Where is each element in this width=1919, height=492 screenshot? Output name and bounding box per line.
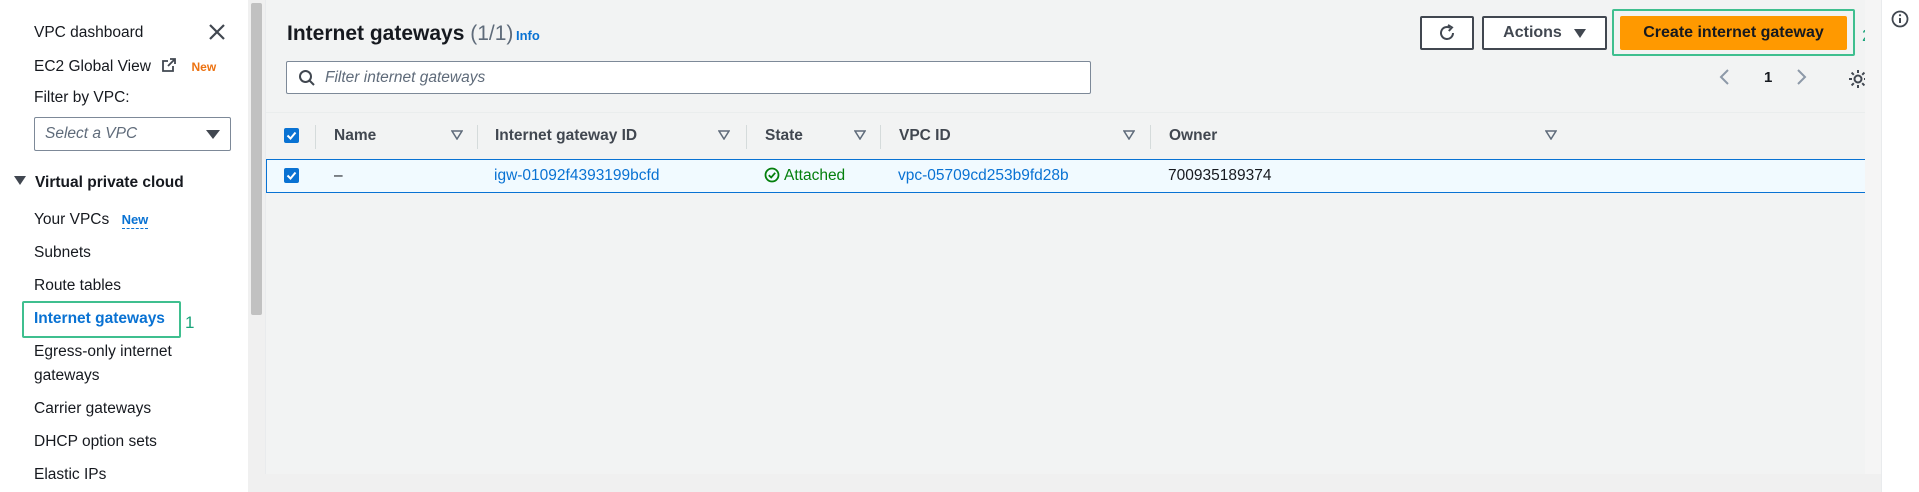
sidebar: VPC dashboard EC2 Global View New Filter… bbox=[0, 0, 248, 492]
column-divider bbox=[880, 125, 881, 149]
column-divider bbox=[746, 125, 747, 149]
state-label: Attached bbox=[784, 167, 846, 184]
select-all-checkbox[interactable] bbox=[284, 128, 299, 143]
vpc-select[interactable]: Select a VPC bbox=[34, 117, 231, 151]
column-header-state[interactable]: State bbox=[765, 127, 803, 145]
refresh-icon bbox=[1440, 24, 1454, 40]
sort-icon[interactable] bbox=[718, 130, 730, 140]
annotation-number-1: 1 bbox=[185, 313, 195, 332]
internet-gateways-panel: Internet gateways (1/1) Info Actions Cre… bbox=[266, 0, 1882, 492]
cell-owner: 700935189374 bbox=[1168, 167, 1272, 184]
chevron-right-icon[interactable] bbox=[1794, 68, 1808, 86]
chevron-down-icon bbox=[206, 130, 220, 139]
cell-igw-id-link[interactable]: igw-01092f4393199bcfd bbox=[494, 167, 659, 185]
page-number[interactable]: 1 bbox=[1764, 69, 1772, 86]
sort-icon[interactable] bbox=[854, 130, 866, 140]
section-virtual-private-cloud[interactable]: Virtual private cloud bbox=[14, 174, 184, 192]
sidebar-scrollbar[interactable] bbox=[248, 0, 265, 492]
sidebar-item-elastic-ips[interactable]: Elastic IPs bbox=[34, 466, 106, 484]
column-divider bbox=[1150, 125, 1151, 149]
sidebar-scrollbar-thumb[interactable] bbox=[251, 3, 262, 315]
new-badge: New bbox=[121, 212, 149, 229]
sidebar-item-label: EC2 Global View bbox=[34, 58, 151, 75]
search-icon bbox=[299, 70, 315, 86]
page-title: Internet gateways (1/1) bbox=[287, 22, 513, 46]
vpc-select-placeholder: Select a VPC bbox=[45, 125, 138, 142]
right-tools-panel bbox=[1881, 0, 1919, 492]
table-row[interactable]: – igw-01092f4393199bcfd Attached vpc-057… bbox=[266, 159, 1882, 193]
sidebar-item-subnets[interactable]: Subnets bbox=[34, 244, 91, 262]
annotation-box-1 bbox=[22, 301, 181, 338]
actions-button[interactable]: Actions bbox=[1482, 16, 1607, 50]
main-panel: Internet gateways (1/1) Info Actions Cre… bbox=[265, 0, 1882, 492]
sidebar-item-label: Your VPCs bbox=[34, 211, 110, 228]
caret-down-icon bbox=[1573, 28, 1586, 38]
column-divider bbox=[477, 125, 478, 149]
app-root: VPC dashboard EC2 Global View New Filter… bbox=[0, 0, 1919, 492]
filter-by-vpc-label: Filter by VPC: bbox=[34, 89, 130, 106]
pagination: 1 bbox=[1718, 64, 1848, 92]
selection-count: (1/1) bbox=[470, 22, 514, 45]
check-icon bbox=[286, 131, 297, 140]
main-horizontal-scrollbar[interactable] bbox=[265, 474, 1881, 492]
sidebar-item-egress-only[interactable]: Egress-only internet bbox=[34, 343, 172, 361]
column-header-vpc-id[interactable]: VPC ID bbox=[899, 127, 951, 145]
info-link[interactable]: Info bbox=[516, 28, 540, 43]
column-divider bbox=[315, 125, 316, 149]
sort-icon[interactable] bbox=[451, 130, 463, 140]
sidebar-item-ec2-global-view[interactable]: EC2 Global View New bbox=[34, 57, 216, 76]
cell-vpc-id-link[interactable]: vpc-05709cd253b9fd28b bbox=[898, 167, 1069, 185]
sort-icon[interactable] bbox=[1123, 130, 1135, 140]
external-link-icon bbox=[162, 58, 177, 72]
search-input[interactable]: Filter internet gateways bbox=[286, 61, 1091, 94]
info-icon[interactable] bbox=[1891, 10, 1909, 28]
main-vertical-scrollbar[interactable] bbox=[1865, 0, 1881, 474]
page-title-text: Internet gateways bbox=[287, 22, 465, 45]
search-placeholder: Filter internet gateways bbox=[325, 69, 486, 86]
sort-icon[interactable] bbox=[1545, 130, 1557, 140]
sidebar-item-your-vpcs[interactable]: Your VPCs New bbox=[34, 211, 149, 229]
sidebar-item-route-tables[interactable]: Route tables bbox=[34, 277, 121, 295]
annotation-box-2 bbox=[1612, 9, 1855, 56]
success-icon bbox=[764, 167, 780, 183]
new-badge: New bbox=[191, 60, 217, 74]
column-header-igw-id[interactable]: Internet gateway ID bbox=[495, 127, 637, 145]
cell-name: – bbox=[334, 167, 343, 184]
sidebar-item-vpc-dashboard[interactable]: VPC dashboard bbox=[34, 24, 143, 42]
caret-down-icon bbox=[14, 176, 26, 185]
close-icon[interactable] bbox=[206, 21, 228, 43]
check-icon bbox=[286, 171, 297, 180]
table-header: Name Internet gateway ID State VPC ID Ow… bbox=[266, 112, 1882, 158]
sidebar-item-dhcp-option-sets[interactable]: DHCP option sets bbox=[34, 433, 157, 451]
column-header-name[interactable]: Name bbox=[334, 127, 376, 145]
row-checkbox[interactable] bbox=[284, 168, 299, 183]
column-header-owner[interactable]: Owner bbox=[1169, 127, 1217, 145]
refresh-button[interactable] bbox=[1420, 16, 1474, 50]
chevron-left-icon[interactable] bbox=[1718, 68, 1732, 86]
section-title: Virtual private cloud bbox=[35, 174, 184, 191]
sidebar-item-egress-only-cont[interactable]: gateways bbox=[34, 367, 99, 385]
actions-label: Actions bbox=[1503, 24, 1562, 41]
sidebar-item-carrier-gateways[interactable]: Carrier gateways bbox=[34, 400, 151, 418]
cell-state: Attached bbox=[764, 167, 845, 185]
